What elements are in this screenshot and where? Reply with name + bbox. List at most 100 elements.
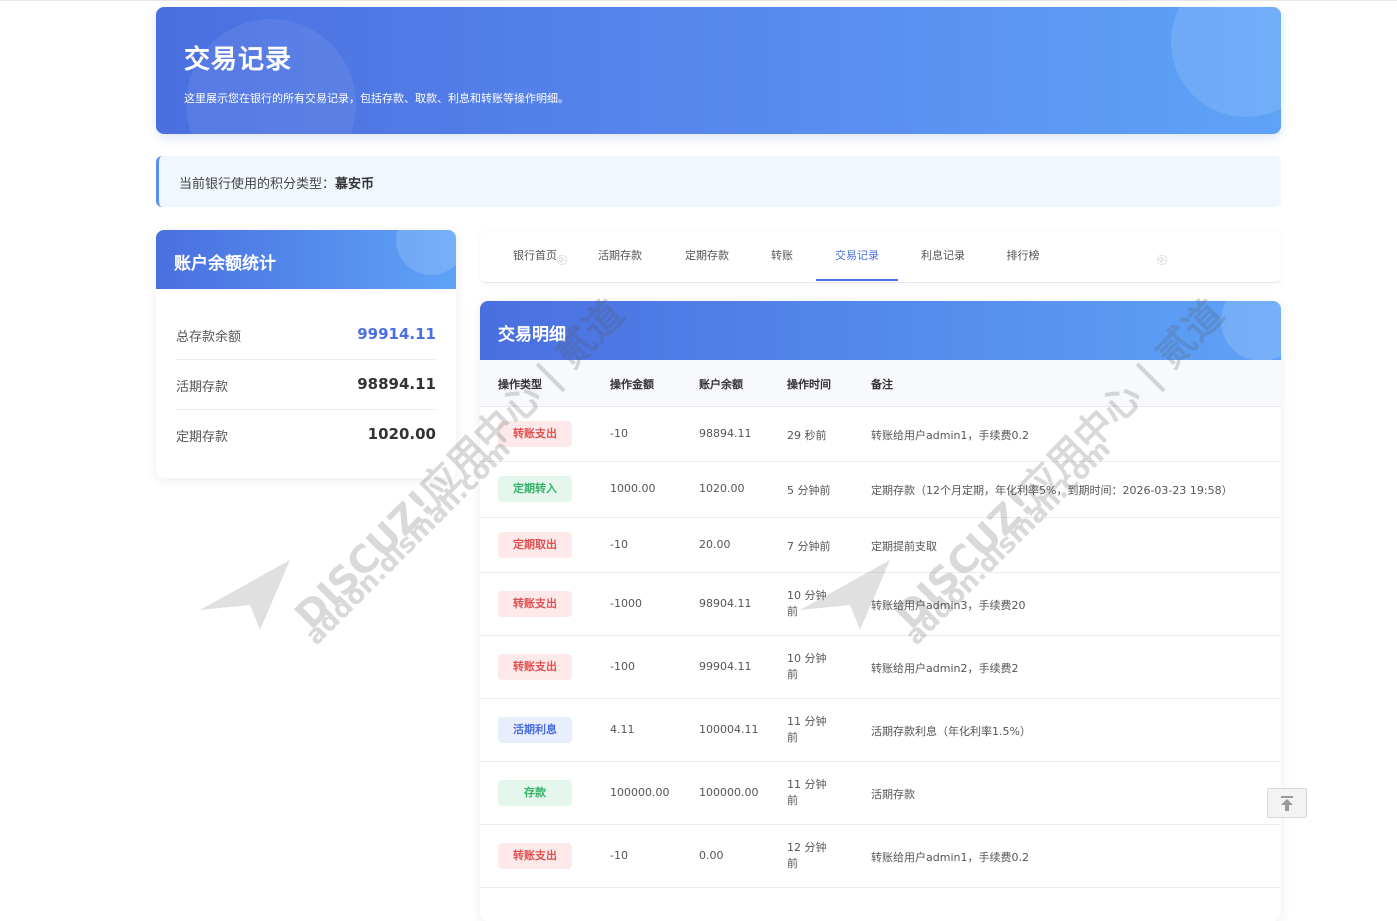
tab-bank-home[interactable]: 银行首页 bbox=[500, 232, 570, 281]
time-cell: 29 秒前 bbox=[787, 429, 827, 442]
time-suffix: 前 bbox=[787, 668, 798, 681]
type-badge: 存款 bbox=[498, 780, 572, 806]
type-badge: 定期取出 bbox=[498, 532, 572, 558]
column-header: 操作类型 bbox=[498, 378, 542, 391]
type-badge: 转账支出 bbox=[498, 654, 572, 680]
time-cell: 7 分钟前 bbox=[787, 540, 831, 553]
note-cell: 定期提前支取 bbox=[871, 540, 937, 553]
header-decoration bbox=[396, 230, 456, 275]
stat-label: 活期存款 bbox=[176, 380, 229, 395]
time-cell: 11 分钟前 bbox=[787, 714, 831, 746]
note-cell: 定期存款（12个月定期，年化利率5%，到期时间：2026-03-23 19:58… bbox=[871, 484, 1233, 497]
table-header: 操作类型 操作金额 账户余额 操作时间 备注 bbox=[480, 360, 1281, 407]
stat-row-fixed: 定期存款 1020.00 bbox=[176, 410, 436, 459]
tab-transfer[interactable]: 转账 bbox=[760, 232, 804, 281]
table-row: 转账支出 -10 98894.11 29 秒前 转账给用户admin1，手续费0… bbox=[480, 407, 1281, 462]
balance-cell: 98904.11 bbox=[699, 597, 752, 610]
back-to-top-button[interactable] bbox=[1267, 788, 1307, 818]
table-row: 转账支出 -1000 98904.11 10 分钟前 转账给用户admin3，手… bbox=[480, 573, 1281, 636]
balance-cell: 100000.00 bbox=[699, 786, 759, 799]
column-header: 备注 bbox=[871, 378, 893, 391]
time-value: 10 分钟 bbox=[787, 589, 827, 602]
table-row: 定期转入 1000.00 1020.00 5 分钟前 定期存款（12个月定期，年… bbox=[480, 462, 1281, 518]
tab-demand-deposit[interactable]: 活期存款 bbox=[586, 232, 654, 281]
time-suffix: 前 bbox=[787, 731, 798, 744]
table-row: 转账支出 -10 0.00 12 分钟前 转账给用户admin1，手续费0.2 bbox=[480, 825, 1281, 888]
note-cell: 活期存款利息（年化利率1.5%） bbox=[871, 725, 1031, 738]
notice-currency: 慕安币 bbox=[335, 177, 375, 192]
table-row: 定期取出 -10 20.00 7 分钟前 定期提前支取 bbox=[480, 518, 1281, 573]
page-header-banner: 交易记录 这里展示您在银行的所有交易记录，包括存款、取款、利息和转账等操作明细。 bbox=[156, 7, 1281, 134]
amount-cell: -10 bbox=[610, 427, 628, 440]
balance-cell: 99904.11 bbox=[699, 660, 752, 673]
type-badge: 转账支出 bbox=[498, 591, 572, 617]
tab-fixed-deposit[interactable]: 定期存款 bbox=[672, 232, 742, 281]
transaction-panel: 交易明细 操作类型 操作金额 账户余额 操作时间 备注 转账支出 -10 988… bbox=[480, 301, 1281, 921]
amount-cell: -10 bbox=[610, 849, 628, 862]
balance-cell: 98894.11 bbox=[699, 427, 752, 440]
table-row: 转账支出 -100 99904.11 10 分钟前 转账给用户admin2，手续… bbox=[480, 636, 1281, 699]
time-value: 11 分钟 bbox=[787, 715, 827, 728]
stat-row-demand: 活期存款 98894.11 bbox=[176, 360, 436, 410]
page-title: 交易记录 bbox=[184, 45, 293, 75]
column-header: 操作金额 bbox=[610, 378, 654, 391]
stat-value: 99914.11 bbox=[357, 325, 436, 343]
column-header: 操作时间 bbox=[787, 378, 831, 391]
amount-cell: 100000.00 bbox=[610, 786, 670, 799]
watermark-logo-icon bbox=[200, 560, 290, 630]
time-cell: 10 分钟前 bbox=[787, 651, 831, 683]
balance-stats-card: 账户余额统计 总存款余额 99914.11 活期存款 98894.11 定期存款… bbox=[156, 230, 456, 478]
amount-cell: -100 bbox=[610, 660, 635, 673]
banner-decoration bbox=[186, 19, 356, 134]
currency-notice: 当前银行使用的积分类型：慕安币 bbox=[156, 156, 1281, 207]
tab-transaction-records[interactable]: 交易记录 bbox=[816, 232, 898, 281]
note-cell: 转账给用户admin3，手续费20 bbox=[871, 599, 1026, 612]
card-title: 账户余额统计 bbox=[174, 254, 276, 274]
note-cell: 转账给用户admin1，手续费0.2 bbox=[871, 851, 1029, 864]
time-suffix: 前 bbox=[787, 857, 798, 870]
table-row: 活期利息 4.11 100004.11 11 分钟前 活期存款利息（年化利率1.… bbox=[480, 699, 1281, 762]
stat-value: 1020.00 bbox=[367, 425, 436, 443]
column-header: 账户余额 bbox=[699, 378, 743, 391]
balance-cell: 20.00 bbox=[699, 538, 731, 551]
type-badge: 转账支出 bbox=[498, 843, 572, 869]
balance-cell: 0.00 bbox=[699, 849, 724, 862]
balance-cell: 1020.00 bbox=[699, 482, 745, 495]
amount-cell: 4.11 bbox=[610, 723, 635, 736]
notice-text: 当前银行使用的积分类型：慕安币 bbox=[179, 173, 374, 192]
time-suffix: 前 bbox=[787, 605, 798, 618]
page-subtitle: 这里展示您在银行的所有交易记录，包括存款、取款、利息和转账等操作明细。 bbox=[184, 92, 569, 105]
time-value: 12 分钟 bbox=[787, 841, 827, 854]
time-cell: 10 分钟前 bbox=[787, 588, 831, 620]
header-decoration bbox=[1221, 301, 1281, 360]
note-cell: 转账给用户admin1，手续费0.2 bbox=[871, 429, 1029, 442]
amount-cell: -1000 bbox=[610, 597, 642, 610]
tab-interest-records[interactable]: 利息记录 bbox=[910, 232, 976, 281]
tab-leaderboard[interactable]: 排行榜 bbox=[996, 232, 1050, 281]
type-badge: 活期利息 bbox=[498, 717, 572, 743]
stat-label: 定期存款 bbox=[176, 430, 229, 445]
note-cell: 活期存款 bbox=[871, 788, 915, 801]
stat-row-total: 总存款余额 99914.11 bbox=[176, 310, 436, 360]
amount-cell: -10 bbox=[610, 538, 628, 551]
panel-title: 交易明细 bbox=[498, 325, 566, 345]
table-row: 存款 100000.00 100000.00 11 分钟前 活期存款 bbox=[480, 762, 1281, 825]
type-badge: 定期转入 bbox=[498, 476, 572, 502]
time-cell: 11 分钟前 bbox=[787, 777, 831, 809]
note-cell: 转账给用户admin2，手续费2 bbox=[871, 662, 1019, 675]
time-value: 11 分钟 bbox=[787, 778, 827, 791]
notice-label: 当前银行使用的积分类型： bbox=[179, 177, 336, 192]
time-cell: 5 分钟前 bbox=[787, 484, 831, 497]
type-badge: 转账支出 bbox=[498, 421, 572, 447]
time-value: 10 分钟 bbox=[787, 652, 827, 665]
amount-cell: 1000.00 bbox=[610, 482, 656, 495]
top-divider bbox=[0, 0, 1397, 1]
time-cell: 12 分钟前 bbox=[787, 840, 831, 872]
time-suffix: 前 bbox=[787, 794, 798, 807]
banner-decoration bbox=[1171, 7, 1281, 117]
arrow-up-icon bbox=[1281, 796, 1293, 811]
balance-cell: 100004.11 bbox=[699, 723, 759, 736]
stat-value: 98894.11 bbox=[357, 375, 436, 393]
stat-label: 总存款余额 bbox=[176, 330, 242, 345]
card-header: 账户余额统计 bbox=[156, 230, 456, 289]
